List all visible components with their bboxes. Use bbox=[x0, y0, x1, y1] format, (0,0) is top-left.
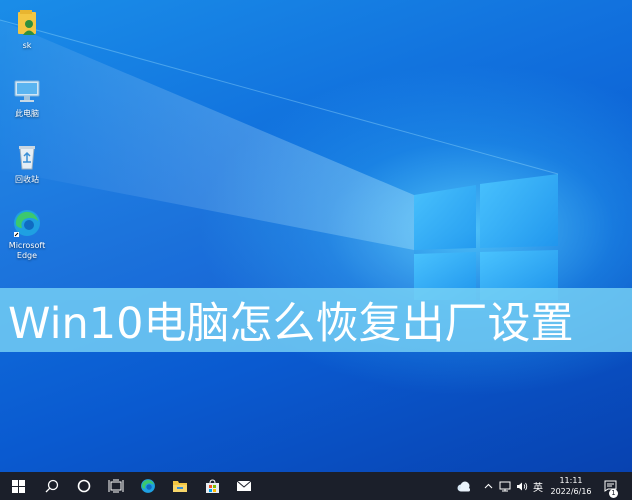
windows-start-icon bbox=[11, 479, 25, 493]
weather-cloud-icon bbox=[457, 481, 470, 491]
task-view-icon bbox=[108, 479, 124, 493]
desktop-icon-user-folder[interactable]: sk bbox=[4, 8, 50, 51]
banner-title: Win10电脑怎么恢复出厂设置 bbox=[8, 299, 574, 349]
edge-icon bbox=[141, 479, 155, 493]
taskbar-mail-button[interactable] bbox=[228, 472, 260, 500]
tray-clock[interactable]: 11:11 2022/6/16 bbox=[546, 475, 596, 497]
this-pc-icon bbox=[14, 80, 40, 102]
store-icon bbox=[205, 478, 219, 493]
desktop-wallpaper: sk 此电脑 回收站 Microsoft Edge Win10电脑怎么恢复出厂设… bbox=[0, 0, 632, 472]
taskbar-file-explorer-button[interactable] bbox=[164, 472, 196, 500]
desktop-icon-this-pc[interactable]: 此电脑 bbox=[4, 76, 50, 119]
tray-volume[interactable] bbox=[514, 472, 530, 500]
task-view-button[interactable] bbox=[100, 472, 132, 500]
action-center-button[interactable]: 1 bbox=[600, 472, 620, 500]
mail-icon bbox=[236, 480, 252, 491]
wallpaper-light-beams bbox=[0, 19, 559, 300]
tray-ime-indicator[interactable]: 英 bbox=[531, 472, 545, 500]
network-icon bbox=[499, 481, 511, 491]
search-button[interactable] bbox=[36, 472, 68, 500]
user-folder-icon bbox=[18, 10, 36, 35]
taskbar-edge-button[interactable] bbox=[132, 472, 164, 500]
tray-weather[interactable] bbox=[455, 472, 473, 500]
edge-icon bbox=[14, 210, 40, 237]
cortana-button[interactable] bbox=[68, 472, 100, 500]
notification-count-badge: 1 bbox=[609, 489, 618, 498]
search-icon bbox=[45, 479, 59, 493]
taskbar-store-button[interactable] bbox=[196, 472, 228, 500]
clock-date: 2022/6/16 bbox=[550, 487, 592, 496]
start-button[interactable] bbox=[0, 472, 36, 500]
cortana-icon bbox=[77, 479, 91, 493]
desktop-icon-label: Microsoft Edge bbox=[8, 241, 46, 260]
desktop-icon-label: sk bbox=[22, 41, 32, 50]
title-banner: Win10电脑怎么恢复出厂设置 bbox=[0, 288, 632, 352]
desktop-icon-label: 此电脑 bbox=[15, 109, 39, 118]
chevron-up-icon bbox=[484, 483, 492, 489]
volume-icon bbox=[517, 482, 528, 490]
taskbar: 英 11:11 2022/6/16 1 bbox=[0, 472, 632, 500]
tray-show-hidden-icons[interactable] bbox=[481, 472, 495, 500]
tray-network[interactable] bbox=[497, 472, 513, 500]
recycle-bin-icon bbox=[19, 146, 35, 170]
desktop-icon-recycle-bin[interactable]: 回收站 bbox=[4, 142, 50, 185]
desktop-icon-label: 回收站 bbox=[15, 175, 39, 184]
clock-time: 11:11 bbox=[559, 476, 583, 485]
file-explorer-icon bbox=[173, 481, 187, 492]
desktop-icon-edge[interactable]: Microsoft Edge bbox=[4, 208, 50, 261]
